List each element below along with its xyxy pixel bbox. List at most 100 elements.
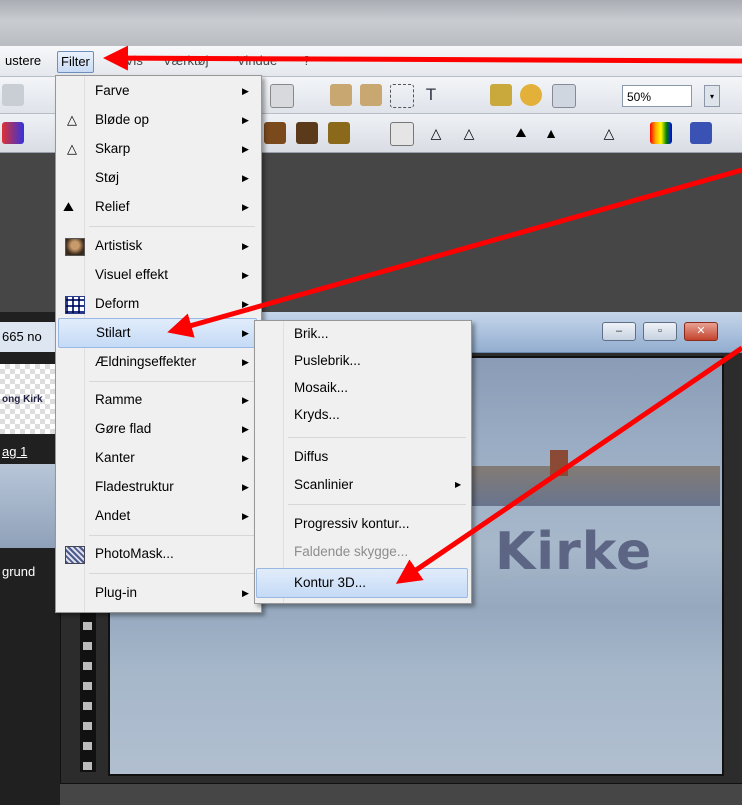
menu-vis[interactable]: Vis: [122, 51, 146, 71]
menu-item-artistisk[interactable]: Artistisk ▶: [58, 233, 257, 259]
menu-item-label: Stilart: [96, 325, 131, 340]
menu-item-relief[interactable]: ⛰ Relief ▶: [58, 194, 257, 220]
submenu-arrow-icon: ▶: [242, 395, 249, 405]
menu-item-label: Kryds...: [294, 407, 340, 422]
layer-panel: ong Kirk ag 1 grund: [0, 312, 60, 805]
minimize-button[interactable]: –: [602, 322, 636, 341]
submenu-arrow-icon: ▶: [242, 202, 249, 212]
menu-item-kanter[interactable]: Kanter ▶: [58, 445, 257, 471]
menu-item-label: Progressiv kontur...: [294, 516, 410, 531]
layer-label-1[interactable]: ag 1: [2, 444, 27, 459]
text-icon[interactable]: T: [420, 84, 442, 106]
menu-item-label: Mosaik...: [294, 380, 349, 395]
zoom-field[interactable]: 50%: [622, 85, 692, 107]
window-icon[interactable]: [552, 84, 576, 108]
texture-icon[interactable]: [328, 122, 350, 144]
menu-help[interactable]: ?: [300, 51, 313, 71]
menu-item-plug-in[interactable]: Plug-in ▶: [58, 580, 257, 606]
filmstrip-hole: [83, 682, 92, 690]
drop-icon: △: [67, 112, 77, 127]
palette-icon[interactable]: [650, 122, 672, 144]
submenu-item-mosaik[interactable]: Mosaik...: [257, 375, 467, 401]
submenu-arrow-icon: ▶: [242, 144, 249, 154]
submenu-arrow-icon: ▶: [242, 453, 249, 463]
photomask-icon: [65, 546, 85, 564]
layer-thumbnail-text: ong Kirk: [2, 394, 43, 405]
menu-item-fladestruktur[interactable]: Fladestruktur ▶: [58, 474, 257, 500]
submenu-item-puslebrik[interactable]: Puslebrik...: [257, 348, 467, 374]
color-icon[interactable]: [2, 122, 24, 144]
image-window-title-strip: 665 no: [0, 322, 60, 352]
menu-item-stilart[interactable]: Stilart ▶: [58, 318, 257, 348]
crop-icon[interactable]: [330, 84, 352, 106]
menu-item-label: Diffus: [294, 449, 329, 464]
layer-thumbnail-photo[interactable]: [0, 464, 58, 548]
menu-justere[interactable]: ustere: [2, 51, 44, 71]
menu-item-label: Visuel effekt: [95, 267, 169, 282]
submenu-arrow-icon: ▶: [242, 357, 249, 367]
menu-item-label: Kontur 3D...: [294, 575, 367, 590]
submenu-item-faldende-skygge: Faldende skygge...: [257, 539, 467, 565]
close-button[interactable]: ✕: [684, 322, 718, 341]
effects-icon[interactable]: [520, 84, 542, 106]
menu-item-deform[interactable]: Deform ▶: [58, 291, 257, 317]
menu-item-goere-flad[interactable]: Gøre flad ▶: [58, 416, 257, 442]
menu-item-farve[interactable]: Farve ▶: [58, 78, 257, 104]
mosaic-icon[interactable]: [296, 122, 318, 144]
photo-shoreline: [460, 466, 720, 506]
zoom-dropdown-icon[interactable]: ▾: [704, 85, 720, 107]
rotate-icon[interactable]: [2, 84, 24, 106]
submenu-arrow-icon: ▶: [242, 299, 249, 309]
menu-item-aeldningseffekter[interactable]: Ældningseffekter ▶: [58, 349, 257, 375]
submenu-item-progressiv-kontur[interactable]: Progressiv kontur...: [257, 511, 467, 537]
menu-vindue[interactable]: Vindue: [234, 51, 280, 71]
submenu-arrow-icon: ▶: [242, 115, 249, 125]
sharpen-drop-icon[interactable]: △: [458, 122, 480, 144]
layer-thumbnail-transparent[interactable]: ong Kirk: [0, 364, 58, 434]
menu-filter[interactable]: Filter: [57, 51, 94, 73]
menu-item-skarp[interactable]: △ Skarp ▶: [58, 136, 257, 162]
menu-item-bloede-op[interactable]: △ Bløde op ▶: [58, 107, 257, 133]
face-icon[interactable]: [270, 84, 294, 108]
menu-item-label: Deform: [95, 296, 140, 311]
photo-text-kirke: Kirke: [495, 522, 653, 582]
menu-item-visuel-effekt[interactable]: Visuel effekt ▶: [58, 262, 257, 288]
submenu-item-diffus[interactable]: Diffus: [257, 444, 467, 470]
select-icon[interactable]: [390, 84, 414, 108]
menu-item-stoej[interactable]: Støj ▶: [58, 165, 257, 191]
menu-item-label: Plug-in: [95, 585, 138, 600]
filmstrip-hole: [83, 662, 92, 670]
menu-item-label: Ældningseffekter: [95, 354, 197, 369]
submenu-item-kryds[interactable]: Kryds...: [257, 402, 467, 428]
layer-label-background[interactable]: grund: [2, 564, 35, 579]
menu-item-andet[interactable]: Andet ▶: [58, 503, 257, 529]
filmstrip-hole: [83, 722, 92, 730]
submenu-arrow-icon: ▶: [242, 241, 249, 251]
submenu-item-kontur-3d[interactable]: Kontur 3D...: [256, 568, 468, 598]
menu-item-label: Relief: [95, 199, 130, 214]
monitor-icon[interactable]: [690, 122, 712, 144]
tile-icon[interactable]: [264, 122, 286, 144]
menu-item-photomask[interactable]: PhotoMask...: [58, 541, 257, 567]
relief-tool-icon[interactable]: ⛰: [510, 122, 532, 144]
menu-item-label: Brik...: [294, 326, 329, 341]
brightness-icon[interactable]: [390, 122, 414, 146]
maximize-button[interactable]: ▫: [643, 322, 677, 341]
submenu-item-brik[interactable]: Brik...: [257, 321, 467, 347]
submenu-item-scanlinier[interactable]: Scanlinier ▶: [257, 472, 467, 498]
menu-separator: [89, 381, 255, 382]
menu-separator: [288, 504, 466, 505]
blur-drop-icon[interactable]: △: [425, 122, 447, 144]
fill-icon[interactable]: △: [598, 122, 620, 144]
menu-vaerktoej[interactable]: Værktøj: [160, 51, 212, 71]
menu-item-label: Faldende skygge...: [294, 544, 409, 559]
submenu-arrow-icon: ▶: [242, 588, 249, 598]
person-icon[interactable]: [360, 84, 382, 106]
menu-bar: ustere Filter Vis Værktøj Vindue ?: [0, 46, 742, 77]
layers-icon[interactable]: [490, 84, 512, 106]
menu-separator: [89, 535, 255, 536]
menu-item-label: Bløde op: [95, 112, 150, 127]
triangle-icon[interactable]: ▲: [540, 122, 562, 144]
menu-item-ramme[interactable]: Ramme ▶: [58, 387, 257, 413]
deform-icon: [65, 296, 85, 314]
